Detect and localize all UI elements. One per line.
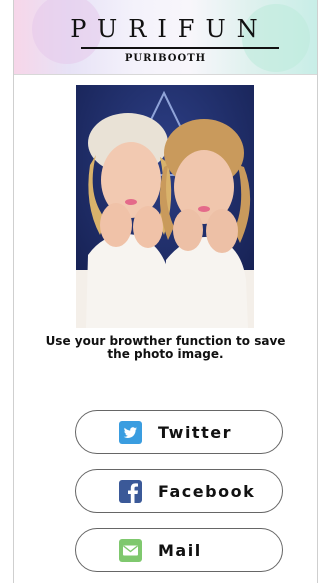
save-instruction: Use your browther function to save the p… — [14, 335, 317, 361]
photo-illustration — [76, 85, 254, 328]
header-divider — [14, 74, 317, 75]
logo-rule — [81, 47, 279, 49]
mail-share-button[interactable]: Mail — [75, 528, 283, 572]
instruction-line-2: the photo image. — [107, 347, 224, 361]
header-banner: PURIFUN PURIBOOTH — [14, 0, 317, 74]
facebook-share-button[interactable]: Facebook — [75, 469, 283, 513]
twitter-icon — [119, 421, 142, 444]
facebook-label: Facebook — [158, 482, 256, 501]
mail-icon — [119, 539, 142, 562]
app-frame: PURIFUN PURIBOOTH Use your browther func… — [13, 0, 318, 583]
app-logo: PURIFUN — [70, 15, 269, 43]
twitter-label: Twitter — [158, 423, 232, 442]
twitter-share-button[interactable]: Twitter — [75, 410, 283, 454]
brand-name: PURIBOOTH — [124, 53, 207, 64]
facebook-icon — [119, 480, 142, 503]
photo-image — [76, 85, 254, 328]
mail-label: Mail — [158, 541, 202, 560]
